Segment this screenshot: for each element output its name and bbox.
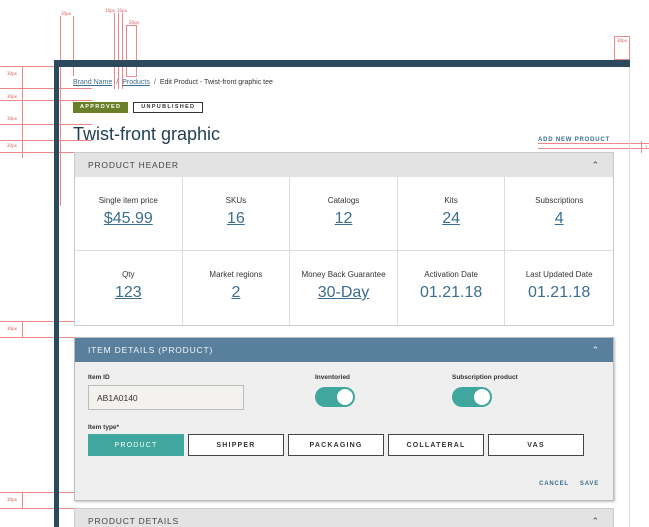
toggle-knob: [474, 389, 490, 405]
spec-line: [641, 141, 642, 153]
spec-line: [0, 88, 92, 89]
spec-line: [0, 66, 54, 67]
item-id-input[interactable]: [88, 385, 244, 410]
breadcrumb-current: Edit Product - Twist-front graphic tee: [159, 79, 273, 86]
spec-line: [538, 148, 649, 149]
item-details-panel: ITEM DETAILS (PRODUCT) ⌃ Item ID Invento…: [74, 337, 614, 501]
chevron-up-icon[interactable]: ⌃: [592, 345, 600, 356]
stat-money-back-guarantee: Money Back Guarantee 30-Day: [290, 251, 398, 325]
breadcrumb-separator: /: [116, 79, 119, 86]
stat-label: Market regions: [209, 270, 263, 279]
spec-line: [22, 321, 23, 337]
cancel-button[interactable]: CANCEL: [539, 481, 569, 487]
spec-label: 20px: [7, 143, 17, 148]
stat-value-link[interactable]: 30-Day: [290, 284, 397, 302]
spec-line: [60, 16, 61, 206]
spec-label: 30px: [7, 71, 17, 76]
inventoried-label: Inventoried: [315, 374, 351, 381]
breadcrumb-brand-link[interactable]: Brand Name: [73, 79, 112, 86]
item-type-collateral-button[interactable]: COLLATERAL: [388, 434, 484, 456]
stat-catalogs: Catalogs 12: [290, 177, 398, 251]
spec-line: [0, 100, 92, 101]
spec-box: [126, 25, 137, 77]
item-type-label: Item type*: [88, 424, 120, 431]
product-header-bar[interactable]: PRODUCT HEADER ⌃: [75, 153, 613, 177]
stat-label: Activation Date: [424, 270, 478, 279]
unpublished-badge: UNPUBLISHED: [133, 102, 204, 113]
app-right-border: [629, 67, 630, 527]
item-type-product-button[interactable]: PRODUCT: [88, 434, 184, 456]
spec-label: 30px: [61, 11, 71, 16]
stat-value-link[interactable]: 12: [290, 210, 397, 228]
stat-kits: Kits 24: [397, 177, 506, 251]
stat-value-link[interactable]: 24: [398, 210, 505, 228]
stat-last-updated-date: Last Updated Date 01.21.18: [505, 251, 613, 325]
stat-qty: Qty 123: [75, 251, 183, 325]
spec-label: 30px: [7, 497, 17, 502]
item-id-label: Item ID: [88, 374, 110, 381]
product-header-title: PRODUCT HEADER: [88, 160, 179, 170]
stat-label: Subscriptions: [535, 196, 584, 205]
approved-badge: APPROVED: [73, 102, 129, 113]
chevron-up-icon[interactable]: ⌃: [592, 160, 600, 171]
stat-value-link[interactable]: 123: [75, 284, 182, 302]
breadcrumb-separator: /: [153, 79, 156, 86]
stats-grid: Single item price $45.99 SKUs 16 Catalog…: [75, 177, 613, 325]
stat-activation-date: Activation Date 01.21.18: [398, 251, 506, 325]
item-details-title: ITEM DETAILS (PRODUCT): [88, 345, 214, 355]
spec-line: [73, 16, 74, 76]
stat-value-link[interactable]: 2: [183, 284, 290, 302]
status-badges: APPROVED UNPUBLISHED: [73, 102, 204, 113]
stat-label: Last Updated Date: [525, 270, 593, 279]
app-top-bar: [54, 60, 630, 67]
spec-line: [22, 492, 23, 508]
spec-line: [538, 143, 649, 144]
stat-value-link[interactable]: $45.99: [75, 210, 182, 228]
stat-value: 01.21.18: [528, 284, 591, 301]
subscription-product-label: Subscription product: [452, 374, 518, 381]
stat-label: Kits: [444, 196, 458, 205]
page-title: Twist-front graphic: [73, 124, 221, 144]
spec-label: 30px: [7, 94, 17, 99]
add-new-product-link[interactable]: ADD NEW PRODUCT: [538, 137, 610, 143]
stat-label: SKUs: [225, 196, 247, 205]
spec-label: 30px: [7, 326, 17, 331]
stat-single-item-price: Single item price $45.99: [75, 177, 183, 251]
product-details-bar[interactable]: PRODUCT DETAILS ⌃: [75, 509, 613, 527]
item-details-bar[interactable]: ITEM DETAILS (PRODUCT) ⌃: [75, 338, 613, 362]
item-details-actions: CANCEL SAVE: [539, 481, 599, 487]
stat-label: Single item price: [98, 196, 158, 205]
product-details-title: PRODUCT DETAILS: [88, 516, 180, 526]
stat-skus: SKUs 16: [182, 177, 291, 251]
item-type-shipper-button[interactable]: SHIPPER: [188, 434, 284, 456]
inventoried-toggle[interactable]: [315, 387, 355, 407]
spec-label: 30px: [7, 116, 17, 121]
item-type-vas-button[interactable]: VAS: [488, 434, 584, 456]
stat-value: 01.21.18: [419, 284, 483, 301]
stat-market-regions: Market regions 2: [183, 251, 291, 325]
stat-value-link[interactable]: 4: [505, 210, 613, 228]
product-details-panel: PRODUCT DETAILS ⌃: [74, 508, 614, 527]
item-type-packaging-button[interactable]: PACKAGING: [288, 434, 384, 456]
spec-line: [118, 13, 119, 89]
stat-subscriptions: Subscriptions 4: [505, 177, 613, 251]
stat-label: Qty: [122, 270, 135, 279]
spec-line: [22, 66, 23, 158]
spec-box: [614, 36, 630, 60]
item-details-body: Item ID Inventoried Subscription product…: [75, 362, 613, 500]
toggle-knob: [337, 389, 353, 405]
breadcrumb-products-link[interactable]: Products: [122, 79, 150, 86]
spec-line: [122, 13, 123, 89]
chevron-up-icon[interactable]: ⌃: [592, 516, 600, 527]
stat-label: Catalogs: [327, 196, 360, 205]
spec-line: [114, 13, 115, 89]
subscription-product-toggle[interactable]: [452, 387, 492, 407]
app-left-rail: [54, 60, 59, 527]
item-type-button-group: PRODUCT SHIPPER PACKAGING COLLATERAL VAS: [88, 434, 584, 456]
save-button[interactable]: SAVE: [580, 481, 599, 487]
product-header-panel: PRODUCT HEADER ⌃ Single item price $45.9…: [74, 152, 614, 326]
stat-label: Money Back Guarantee: [301, 270, 386, 279]
breadcrumb: Brand Name / Products / Edit Product - Twist…: [73, 79, 273, 86]
stat-value-link[interactable]: 16: [183, 210, 290, 228]
